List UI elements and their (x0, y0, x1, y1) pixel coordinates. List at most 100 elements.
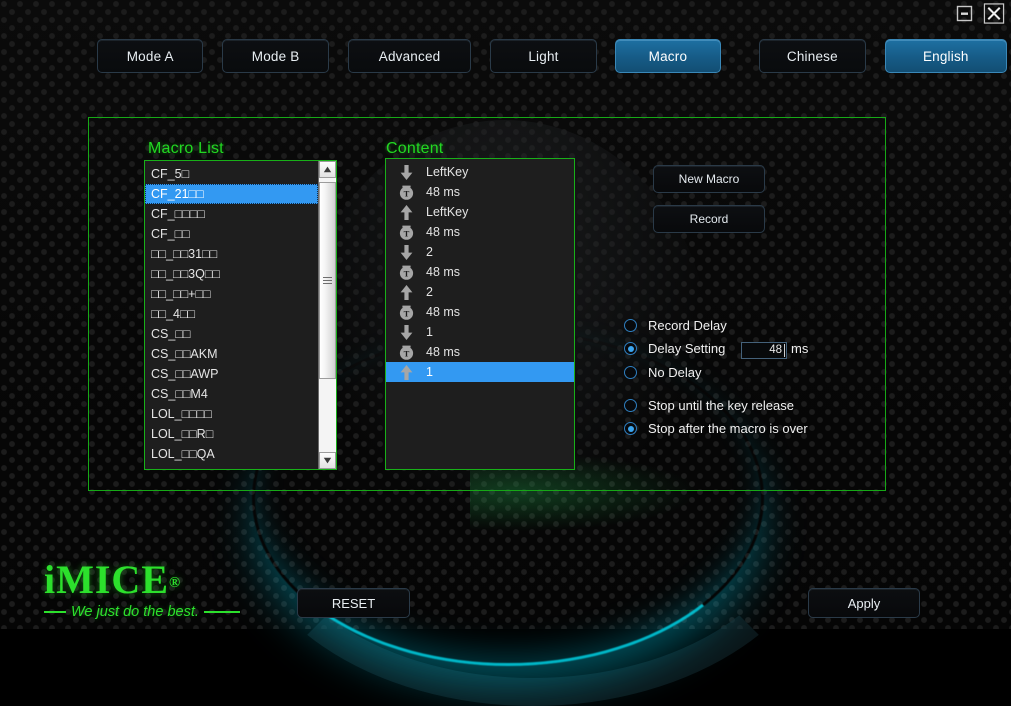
tab-mode-a-label: Mode A (126, 48, 174, 64)
scrollbar-track[interactable] (319, 178, 336, 452)
macro-content-row[interactable]: T 48 ms (386, 182, 574, 202)
tab-chinese[interactable]: Chinese (759, 39, 866, 73)
reset-button-label: RESET (331, 595, 376, 611)
tab-light[interactable]: Light (490, 39, 597, 73)
delay-timer-icon: T (386, 224, 426, 241)
brand-logo-text: iMICE® (44, 560, 240, 603)
key-up-arrow-icon (386, 284, 426, 301)
macro-list-item[interactable]: LOL_□□QA (145, 444, 318, 464)
macro-list-item[interactable]: CF_□□ (145, 224, 318, 244)
macro-content-row[interactable]: 1 (386, 322, 574, 342)
tab-light-label: Light (528, 48, 559, 64)
key-down-arrow-icon (386, 164, 426, 181)
tab-chinese-label: Chinese (786, 48, 838, 64)
window-controls (953, 2, 1005, 24)
macro-list-panel: CF_5□ CF_21□□ CF_□□□□ CF_□□ □□_□□31□□ □□_□□3Q… (144, 160, 337, 470)
tab-advanced[interactable]: Advanced (347, 39, 472, 73)
tab-mode-a[interactable]: Mode A (97, 39, 204, 73)
brand-tagline-row: We just do the best. (44, 604, 240, 620)
svg-text:T: T (403, 308, 409, 318)
tab-advanced-label: Advanced (378, 48, 441, 64)
macro-content-row[interactable]: T 48 ms (386, 342, 574, 362)
tab-english[interactable]: English (884, 39, 1007, 73)
macro-content-row-label: 1 (426, 365, 433, 379)
radio-stop-until-key-release[interactable]: Stop until the key release (624, 398, 794, 413)
brand-tagline: We just do the best. (71, 604, 199, 620)
macro-content-row-label: 48 ms (426, 345, 461, 359)
macro-list-item[interactable]: □□_4□□ (145, 304, 318, 324)
brand-logo: iMICE® We just do the best. (44, 560, 240, 620)
key-down-arrow-icon (386, 244, 426, 261)
delay-timer-icon: T (386, 304, 426, 321)
key-up-arrow-icon (386, 204, 426, 221)
radio-no-delay-indicator (624, 366, 637, 379)
tab-mode-b[interactable]: Mode B (222, 39, 329, 73)
macro-content-row[interactable]: T 48 ms (386, 302, 574, 322)
macro-content-row[interactable]: T 48 ms (386, 222, 574, 242)
macro-content-row[interactable]: T 48 ms (386, 262, 574, 282)
macro-list-item[interactable]: CS_□□M4 (145, 384, 318, 404)
macro-content-list[interactable]: LeftKey T 48 ms LeftKey T 48 ms 2 T 48 ms 2 T 48 ms… (385, 158, 575, 470)
radio-no-delay-label: No Delay (648, 365, 702, 380)
macro-content-row-label: 48 ms (426, 305, 461, 319)
macro-list-item[interactable]: □□_□□31□□ (145, 244, 318, 264)
macro-list-item[interactable]: CS_□□ (145, 324, 318, 344)
macro-content-row-label: 2 (426, 245, 433, 259)
macro-content-row[interactable]: LeftKey (386, 162, 574, 182)
macro-list-item[interactable]: CF_5□ (145, 164, 318, 184)
svg-text:T: T (403, 348, 409, 358)
macro-list-item[interactable]: LOL_□□R□ (145, 424, 318, 444)
macro-list[interactable]: CF_5□ CF_21□□ CF_□□□□ CF_□□ □□_□□31□□ □□_□□3Q… (145, 161, 318, 469)
scrollbar-grip-icon (323, 275, 332, 286)
scroll-down-arrow-icon[interactable] (319, 452, 336, 469)
scrollbar-thumb[interactable] (319, 182, 336, 379)
macro-list-item[interactable]: □□_□□+□□ (145, 284, 318, 304)
macro-list-item[interactable]: CF_21□□ (145, 184, 318, 204)
reset-button[interactable]: RESET (297, 588, 410, 618)
radio-record-delay[interactable]: Record Delay (624, 318, 727, 333)
delay-timer-icon: T (386, 184, 426, 201)
radio-stop-after-macro-indicator (624, 422, 637, 435)
radio-delay-setting[interactable]: Delay Setting (624, 341, 725, 356)
minimize-icon[interactable] (953, 2, 975, 24)
radio-stop-until-key-release-label: Stop until the key release (648, 398, 794, 413)
macro-content-row[interactable]: 1 (386, 362, 574, 382)
delay-unit-label: ms (791, 341, 809, 356)
apply-button-label: Apply (847, 595, 881, 611)
registered-trademark-icon: ® (169, 575, 182, 591)
macro-list-item[interactable]: CS_□□AKM (145, 344, 318, 364)
record-button[interactable]: Record (653, 205, 765, 233)
macro-content-row[interactable]: 2 (386, 242, 574, 262)
radio-stop-until-key-release-indicator (624, 399, 637, 412)
apply-button[interactable]: Apply (808, 588, 920, 618)
macro-content-row-label: 48 ms (426, 265, 461, 279)
radio-stop-after-macro[interactable]: Stop after the macro is over (624, 421, 808, 436)
tagline-rule-right (203, 611, 240, 613)
main-tab-bar: Mode A Mode B Advanced Light Macro Chine… (97, 39, 1007, 73)
close-icon[interactable] (983, 2, 1005, 24)
new-macro-button[interactable]: New Macro (653, 165, 765, 193)
macro-content-row-label: 1 (426, 325, 433, 339)
macro-content-row-label: 48 ms (426, 225, 461, 239)
radio-record-delay-indicator (624, 319, 637, 332)
macro-list-item[interactable]: CS_□□AWP (145, 364, 318, 384)
delay-timer-icon: T (386, 264, 426, 281)
tab-macro[interactable]: Macro (614, 39, 722, 73)
macro-content-row[interactable]: LeftKey (386, 202, 574, 222)
application-window: Mode A Mode B Advanced Light Macro Chine… (0, 0, 1011, 706)
delay-value-input[interactable]: 48 (741, 342, 787, 359)
radio-delay-setting-label: Delay Setting (648, 341, 726, 356)
macro-content-row-label: 48 ms (426, 185, 461, 199)
key-up-arrow-icon (386, 364, 426, 381)
svg-text:T: T (403, 268, 409, 278)
radio-no-delay[interactable]: No Delay (624, 365, 701, 380)
macro-content-row[interactable]: 2 (386, 282, 574, 302)
macro-list-item[interactable]: CF_□□□□ (145, 204, 318, 224)
tab-english-label: English (922, 48, 969, 64)
macro-list-item[interactable]: □□_□□3Q□□ (145, 264, 318, 284)
macro-content-row-label: 2 (426, 285, 433, 299)
macro-list-scrollbar[interactable] (318, 161, 336, 469)
tab-macro-label: Macro (648, 48, 688, 64)
scroll-up-arrow-icon[interactable] (319, 161, 336, 178)
macro-list-item[interactable]: LOL_□□□□ (145, 404, 318, 424)
